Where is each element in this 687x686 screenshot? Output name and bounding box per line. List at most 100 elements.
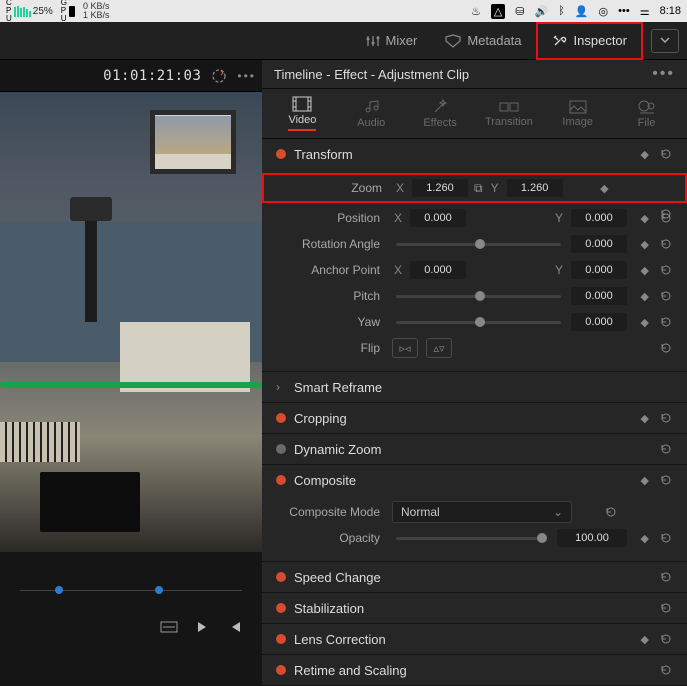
- reset-icon[interactable]: [659, 315, 673, 329]
- cpu-percent: 25%: [33, 6, 53, 17]
- reset-icon[interactable]: [659, 570, 673, 584]
- inspector-menu[interactable]: •••: [652, 65, 675, 83]
- pitch-input[interactable]: [571, 287, 627, 305]
- subtab-transition[interactable]: Transition: [479, 100, 539, 128]
- cropping-header[interactable]: Cropping ◆: [262, 403, 687, 433]
- enable-dot[interactable]: [276, 634, 286, 644]
- bluetooth-icon[interactable]: ᛒ: [558, 5, 565, 17]
- mini-timeline[interactable]: [0, 572, 262, 612]
- enable-dot[interactable]: [276, 572, 286, 582]
- pos-y-input[interactable]: [571, 209, 627, 227]
- clock[interactable]: 8:18: [660, 5, 681, 17]
- subtab-audio[interactable]: Audio: [341, 99, 401, 129]
- reset-icon[interactable]: [659, 473, 673, 487]
- zoom-y-input[interactable]: [507, 179, 563, 197]
- smart-reframe-header[interactable]: › Smart Reframe: [262, 372, 687, 402]
- flip-v-button[interactable]: ▵▿: [426, 338, 452, 358]
- keyframe-icon[interactable]: ◆: [641, 316, 649, 329]
- transform-header[interactable]: Transform ◆: [262, 139, 687, 169]
- user-icon[interactable]: 👤: [575, 5, 589, 18]
- subtab-video[interactable]: Video: [272, 96, 332, 131]
- flame-icon[interactable]: ♨: [471, 5, 481, 18]
- reset-icon[interactable]: [604, 505, 618, 519]
- expand-toggle[interactable]: [651, 29, 679, 53]
- reset-icon[interactable]: [659, 341, 673, 355]
- reset-icon[interactable]: [659, 601, 673, 615]
- more-icon[interactable]: •••: [618, 5, 630, 17]
- dynamic-zoom-header[interactable]: Dynamic Zoom: [262, 434, 687, 464]
- reset-icon[interactable]: [659, 263, 673, 277]
- reset-icon[interactable]: [659, 663, 673, 677]
- link-icon[interactable]: ⧉: [474, 181, 483, 196]
- retime-header[interactable]: Retime and Scaling: [262, 655, 687, 685]
- subtab-file[interactable]: File: [617, 99, 677, 129]
- keyframe-icon[interactable]: ◆: [641, 412, 649, 425]
- subtab-effects[interactable]: Effects: [410, 99, 470, 129]
- subtab-image[interactable]: Image: [548, 100, 608, 128]
- reset-icon[interactable]: [659, 237, 673, 251]
- inspector-subtabs: Video Audio Effects Transition Image Fil…: [262, 89, 687, 139]
- dropbox-icon[interactable]: ⛁: [515, 5, 524, 18]
- metadata-tab[interactable]: Metadata: [431, 22, 535, 60]
- volume-icon[interactable]: 🔊: [535, 5, 549, 18]
- enable-dot[interactable]: [276, 413, 286, 423]
- mixer-tab[interactable]: Mixer: [352, 22, 432, 60]
- tools-icon: [552, 34, 568, 48]
- keyframe-icon[interactable]: ◆: [641, 532, 649, 545]
- video-preview[interactable]: [0, 92, 262, 552]
- opacity-slider[interactable]: [396, 537, 547, 540]
- keyframe-icon[interactable]: ◆: [641, 212, 649, 225]
- speed-change-header[interactable]: Speed Change: [262, 562, 687, 592]
- control-center-icon[interactable]: ⚌: [640, 5, 650, 18]
- timecode[interactable]: 01:01:21:03: [103, 68, 201, 84]
- section-retime: Retime and Scaling: [262, 655, 687, 686]
- yaw-slider[interactable]: [396, 321, 561, 324]
- anchor-row: Anchor Point X Y ◆: [262, 257, 687, 283]
- zoom-x-input[interactable]: [412, 179, 468, 197]
- reset-icon[interactable]: [659, 211, 673, 225]
- enable-dot[interactable]: [276, 475, 286, 485]
- prev-frame-icon[interactable]: [228, 620, 242, 634]
- rotation-slider[interactable]: [396, 243, 561, 246]
- yaw-row: Yaw ◆: [262, 309, 687, 335]
- reset-icon[interactable]: [659, 289, 673, 303]
- stabilization-header[interactable]: Stabilization: [262, 593, 687, 623]
- keyframe-icon[interactable]: ◆: [641, 238, 649, 251]
- rotation-input[interactable]: [571, 235, 627, 253]
- network-speed: 0 KB/s 1 KB/s: [83, 2, 110, 20]
- anchor-y-input[interactable]: [571, 261, 627, 279]
- composite-mode-select[interactable]: Normal ⌄: [392, 501, 572, 523]
- lens-correction-header[interactable]: Lens Correction ◆: [262, 624, 687, 654]
- enable-dot[interactable]: [276, 149, 286, 159]
- yaw-input[interactable]: [571, 313, 627, 331]
- inspector-header: Timeline - Effect - Adjustment Clip •••: [262, 60, 687, 89]
- anchor-x-input[interactable]: [410, 261, 466, 279]
- reset-icon[interactable]: [659, 531, 673, 545]
- pitch-slider[interactable]: [396, 295, 561, 298]
- circle-icon[interactable]: ◎: [599, 5, 609, 18]
- reset-icon[interactable]: [659, 411, 673, 425]
- enable-dot[interactable]: [276, 444, 286, 454]
- flip-h-button[interactable]: ▹◃: [392, 338, 418, 358]
- sync-icon[interactable]: [211, 68, 227, 84]
- viewer-menu[interactable]: •••: [237, 69, 256, 83]
- next-frame-icon[interactable]: [196, 620, 210, 634]
- keyframe-icon[interactable]: ◆: [641, 148, 649, 161]
- keyframe-icon[interactable]: ◆: [641, 474, 649, 487]
- position-row: Position X Y ◆: [262, 205, 687, 231]
- keyframe-icon[interactable]: ◆: [641, 290, 649, 303]
- keyframe-icon[interactable]: ◆: [641, 633, 649, 646]
- enable-dot[interactable]: [276, 665, 286, 675]
- loop-icon[interactable]: [160, 620, 178, 634]
- keyframe-icon[interactable]: ◆: [641, 264, 649, 277]
- pos-x-input[interactable]: [410, 209, 466, 227]
- inspector-tab[interactable]: Inspector: [536, 22, 643, 60]
- enable-dot[interactable]: [276, 603, 286, 613]
- opacity-input[interactable]: [557, 529, 627, 547]
- reset-icon[interactable]: [659, 147, 673, 161]
- composite-header[interactable]: Composite ◆: [262, 465, 687, 495]
- triangle-icon[interactable]: △: [491, 4, 505, 19]
- reset-icon[interactable]: [659, 442, 673, 456]
- reset-icon[interactable]: [659, 632, 673, 646]
- keyframe-icon[interactable]: ◆: [600, 182, 608, 195]
